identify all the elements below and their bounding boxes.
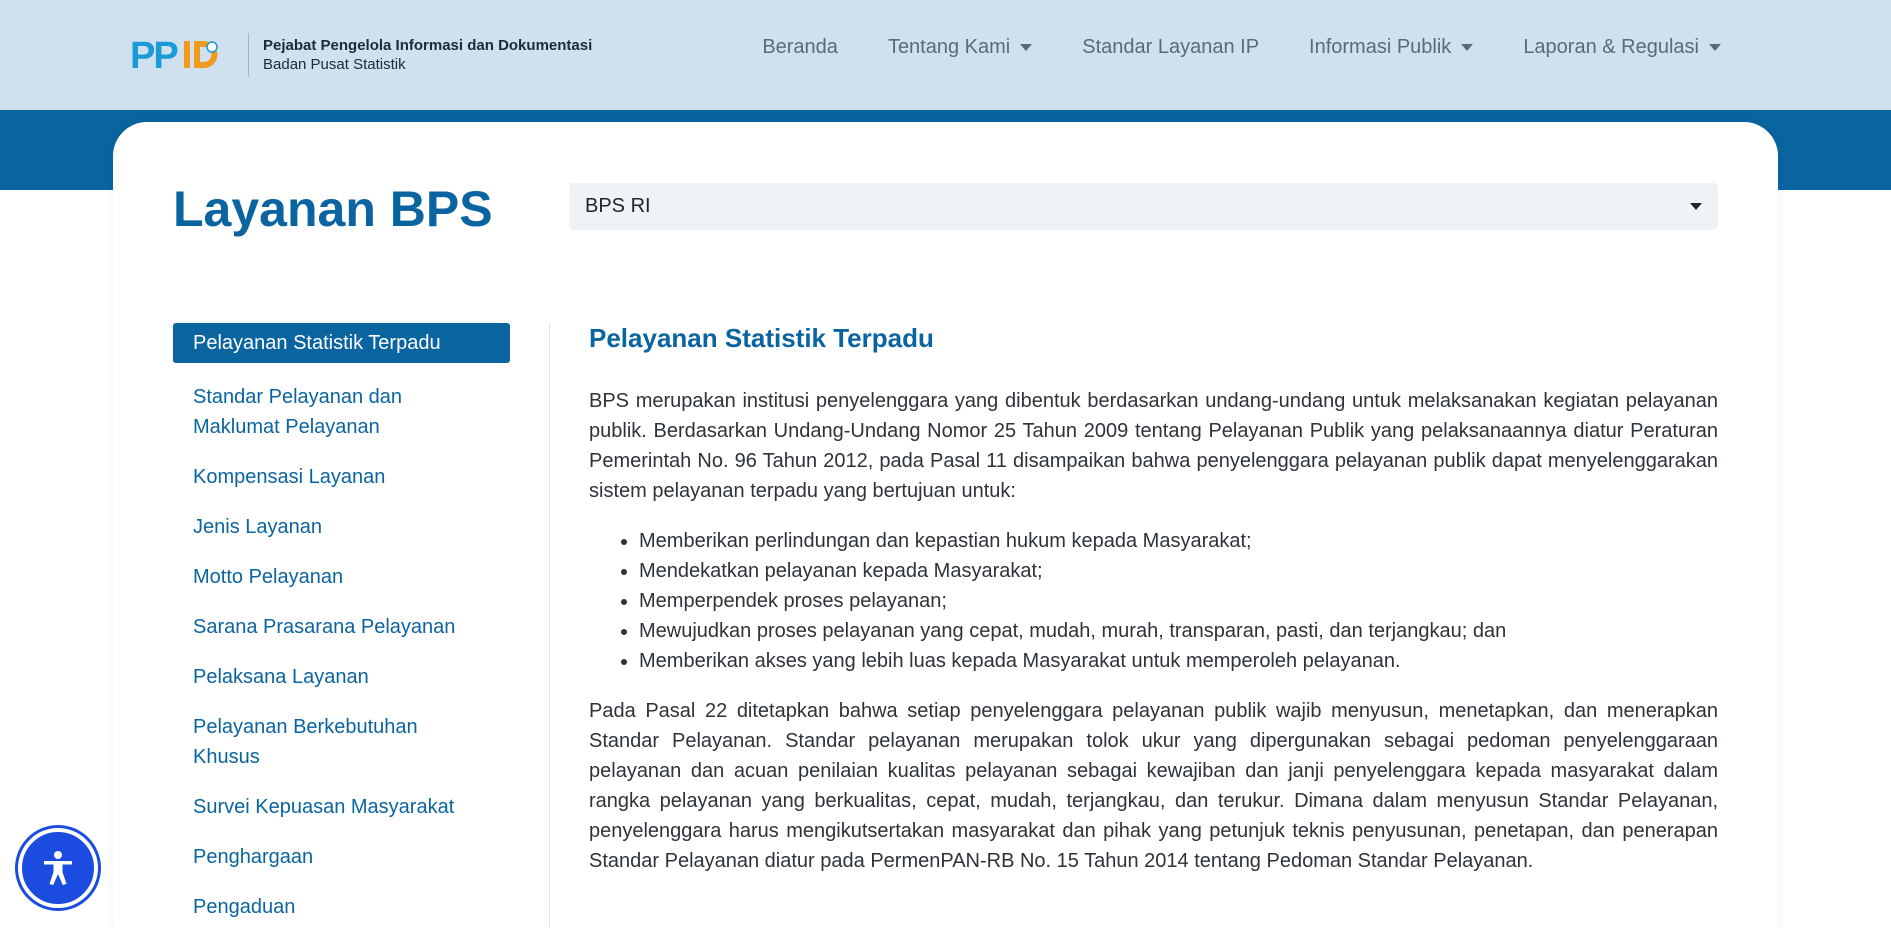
sidebar-item-penghargaan[interactable]: Penghargaan <box>173 832 510 882</box>
content-bullet-list: Memberikan perlindungan dan kepastian hu… <box>589 526 1718 676</box>
sidebar-item-pelayanan-berkebutuhan-khusus[interactable]: Pelayanan Berkebutuhan Khusus <box>173 702 510 782</box>
list-item: Mewujudkan proses pelayanan yang cepat, … <box>639 616 1718 646</box>
sidebar-item-pengaduan[interactable]: Pengaduan <box>173 882 510 928</box>
content-paragraph-1: BPS merupakan institusi penyelenggara ya… <box>589 390 1718 502</box>
list-item: Memberikan perlindungan dan kepastian hu… <box>639 526 1718 556</box>
brand-divider <box>248 33 249 77</box>
caret-down-icon <box>1461 44 1474 51</box>
sidebar-item-motto-pelayanan[interactable]: Motto Pelayanan <box>173 552 510 602</box>
caret-down-icon <box>1690 203 1702 210</box>
list-item: Memberikan akses yang lebih luas kepada … <box>639 646 1718 676</box>
accessibility-icon <box>44 851 72 885</box>
nav-laporan-regulasi-label: Laporan & Regulasi <box>1523 36 1699 58</box>
sidebar-item-pelayanan-statistik-terpadu[interactable]: Pelayanan Statistik Terpadu <box>173 323 510 363</box>
unit-select-value: BPS RI <box>585 195 651 217</box>
nav-beranda-label: Beranda <box>762 36 838 58</box>
nav-informasi-publik[interactable]: Informasi Publik <box>1309 36 1474 59</box>
sidebar-item-sarana-prasarana[interactable]: Sarana Prasarana Pelayanan <box>173 602 510 652</box>
accessibility-button[interactable] <box>18 828 98 908</box>
svg-text:PP: PP <box>130 35 178 75</box>
sidebar-item-pelaksana-layanan[interactable]: Pelaksana Layanan <box>173 652 510 702</box>
sidebar-item-standar-pelayanan[interactable]: Standar Pelayanan dan Maklumat Pelayanan <box>173 372 510 452</box>
list-item: Mendekatkan pelayanan kepada Masyarakat; <box>639 556 1718 586</box>
sidebar-item-survei-kepuasan[interactable]: Survei Kepuasan Masyarakat <box>173 782 510 832</box>
sidebar-item-kompensasi-layanan[interactable]: Kompensasi Layanan <box>173 452 510 502</box>
brand[interactable]: PP Pejabat Pengelola Informasi dan Dokum… <box>130 30 592 80</box>
caret-down-icon <box>1709 44 1721 51</box>
nav-standar-layanan-ip-label: Standar Layanan IP <box>1082 36 1260 58</box>
sidebar-menu: Pelayanan Statistik Terpadu Standar Pela… <box>173 323 510 928</box>
nav-tentang-kami[interactable]: Tentang Kami <box>887 36 1033 59</box>
org-name: Pejabat Pengelola Informasi dan Dokument… <box>263 36 592 74</box>
caret-down-icon <box>1020 44 1033 51</box>
list-item: Memperpendek proses pelayanan; <box>639 586 1718 616</box>
ppid-logo[interactable]: PP <box>130 35 230 75</box>
nav-informasi-publik-label: Informasi Publik <box>1309 36 1452 58</box>
org-name-line2: Badan Pusat Statistik <box>263 56 406 73</box>
main-content: Pelayanan Statistik Terpadu BPS merupaka… <box>589 318 1718 896</box>
nav-standar-layanan-ip[interactable]: Standar Layanan IP <box>1082 36 1259 59</box>
nav-beranda[interactable]: Beranda <box>762 36 838 59</box>
page-title: Layanan BPS <box>173 181 493 237</box>
unit-select[interactable]: BPS RI <box>569 183 1718 230</box>
sidebar-item-jenis-layanan[interactable]: Jenis Layanan <box>173 502 510 552</box>
column-divider <box>549 323 550 928</box>
nav-laporan-regulasi[interactable]: Laporan & Regulasi <box>1523 36 1721 59</box>
main-nav: Beranda Tentang Kami Standar Layanan IP … <box>762 36 1721 59</box>
content-heading: Pelayanan Statistik Terpadu <box>589 323 934 353</box>
nav-tentang-kami-label: Tentang Kami <box>887 36 1011 58</box>
org-name-line1: Pejabat Pengelola Informasi dan Dokument… <box>263 37 593 54</box>
content-paragraph-2: Pada Pasal 22 ditetapkan bahwa setiap pe… <box>589 700 1718 872</box>
ppid-logo-icon: PP <box>130 35 218 75</box>
